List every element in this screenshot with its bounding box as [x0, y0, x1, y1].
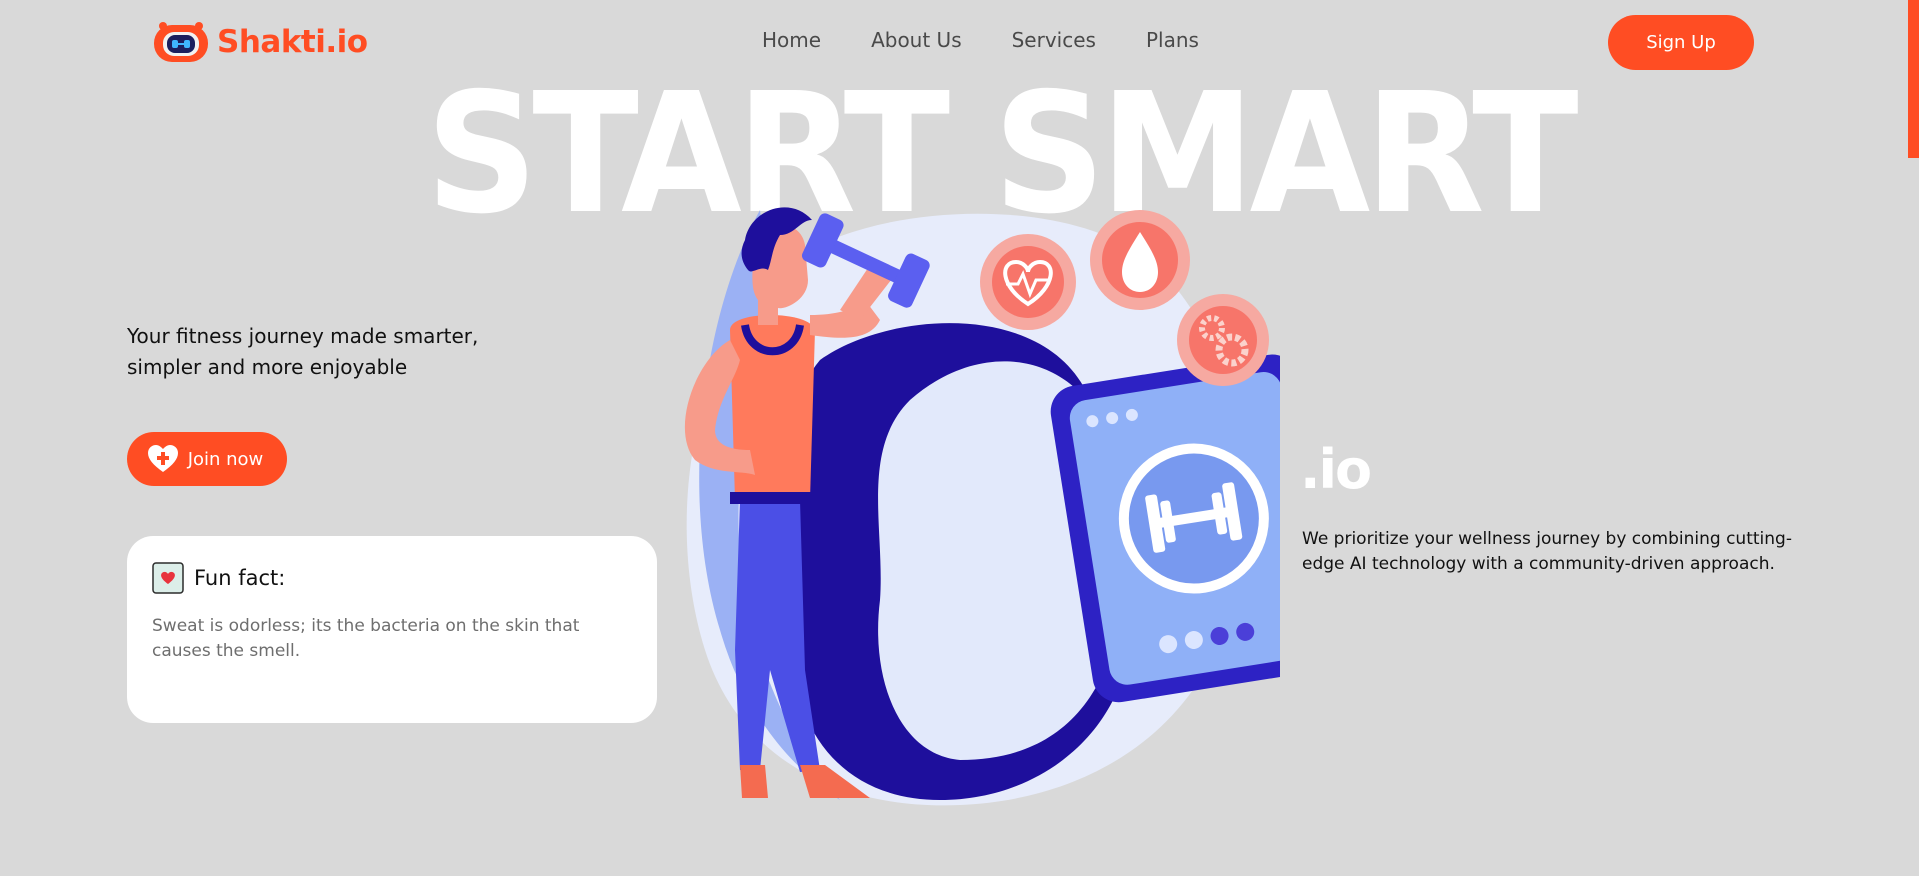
- nav-plans[interactable]: Plans: [1146, 28, 1199, 52]
- heart-pulse-icon: [980, 234, 1076, 330]
- nav-home[interactable]: Home: [762, 28, 821, 52]
- nav-services[interactable]: Services: [1012, 28, 1096, 52]
- gears-icon: [1177, 294, 1269, 386]
- heart-note-icon: [152, 562, 184, 594]
- fitness-smartwatch-illustration: [684, 207, 1280, 806]
- fun-fact-title: Fun fact:: [194, 566, 286, 590]
- brand-name: Shakti.io: [217, 24, 368, 60]
- brand-suffix: .io: [1300, 438, 1372, 501]
- fun-fact-text: Sweat is odorless; its the bacteria on t…: [152, 616, 580, 661]
- mission-statement: We prioritize your wellness journey by c…: [1302, 529, 1792, 574]
- fun-fact-header: Fun fact:: [152, 562, 632, 594]
- robot-logo-icon: [154, 22, 208, 62]
- main-nav: Home About Us Services Plans: [762, 28, 1199, 52]
- nav-about-us[interactable]: About Us: [871, 28, 962, 52]
- join-now-button[interactable]: Join now: [127, 432, 287, 486]
- sign-up-button[interactable]: Sign Up: [1608, 15, 1754, 70]
- brand-logo[interactable]: Shakti.io: [153, 20, 368, 64]
- join-now-label: Join now: [187, 448, 264, 470]
- water-drop-icon: [1090, 210, 1190, 310]
- hero-tagline: Your fitness journey made smarter, simpl…: [127, 324, 479, 379]
- heart-plus-icon: [147, 445, 178, 472]
- fun-fact-card: Fun fact: Sweat is odorless; its the bac…: [127, 536, 657, 723]
